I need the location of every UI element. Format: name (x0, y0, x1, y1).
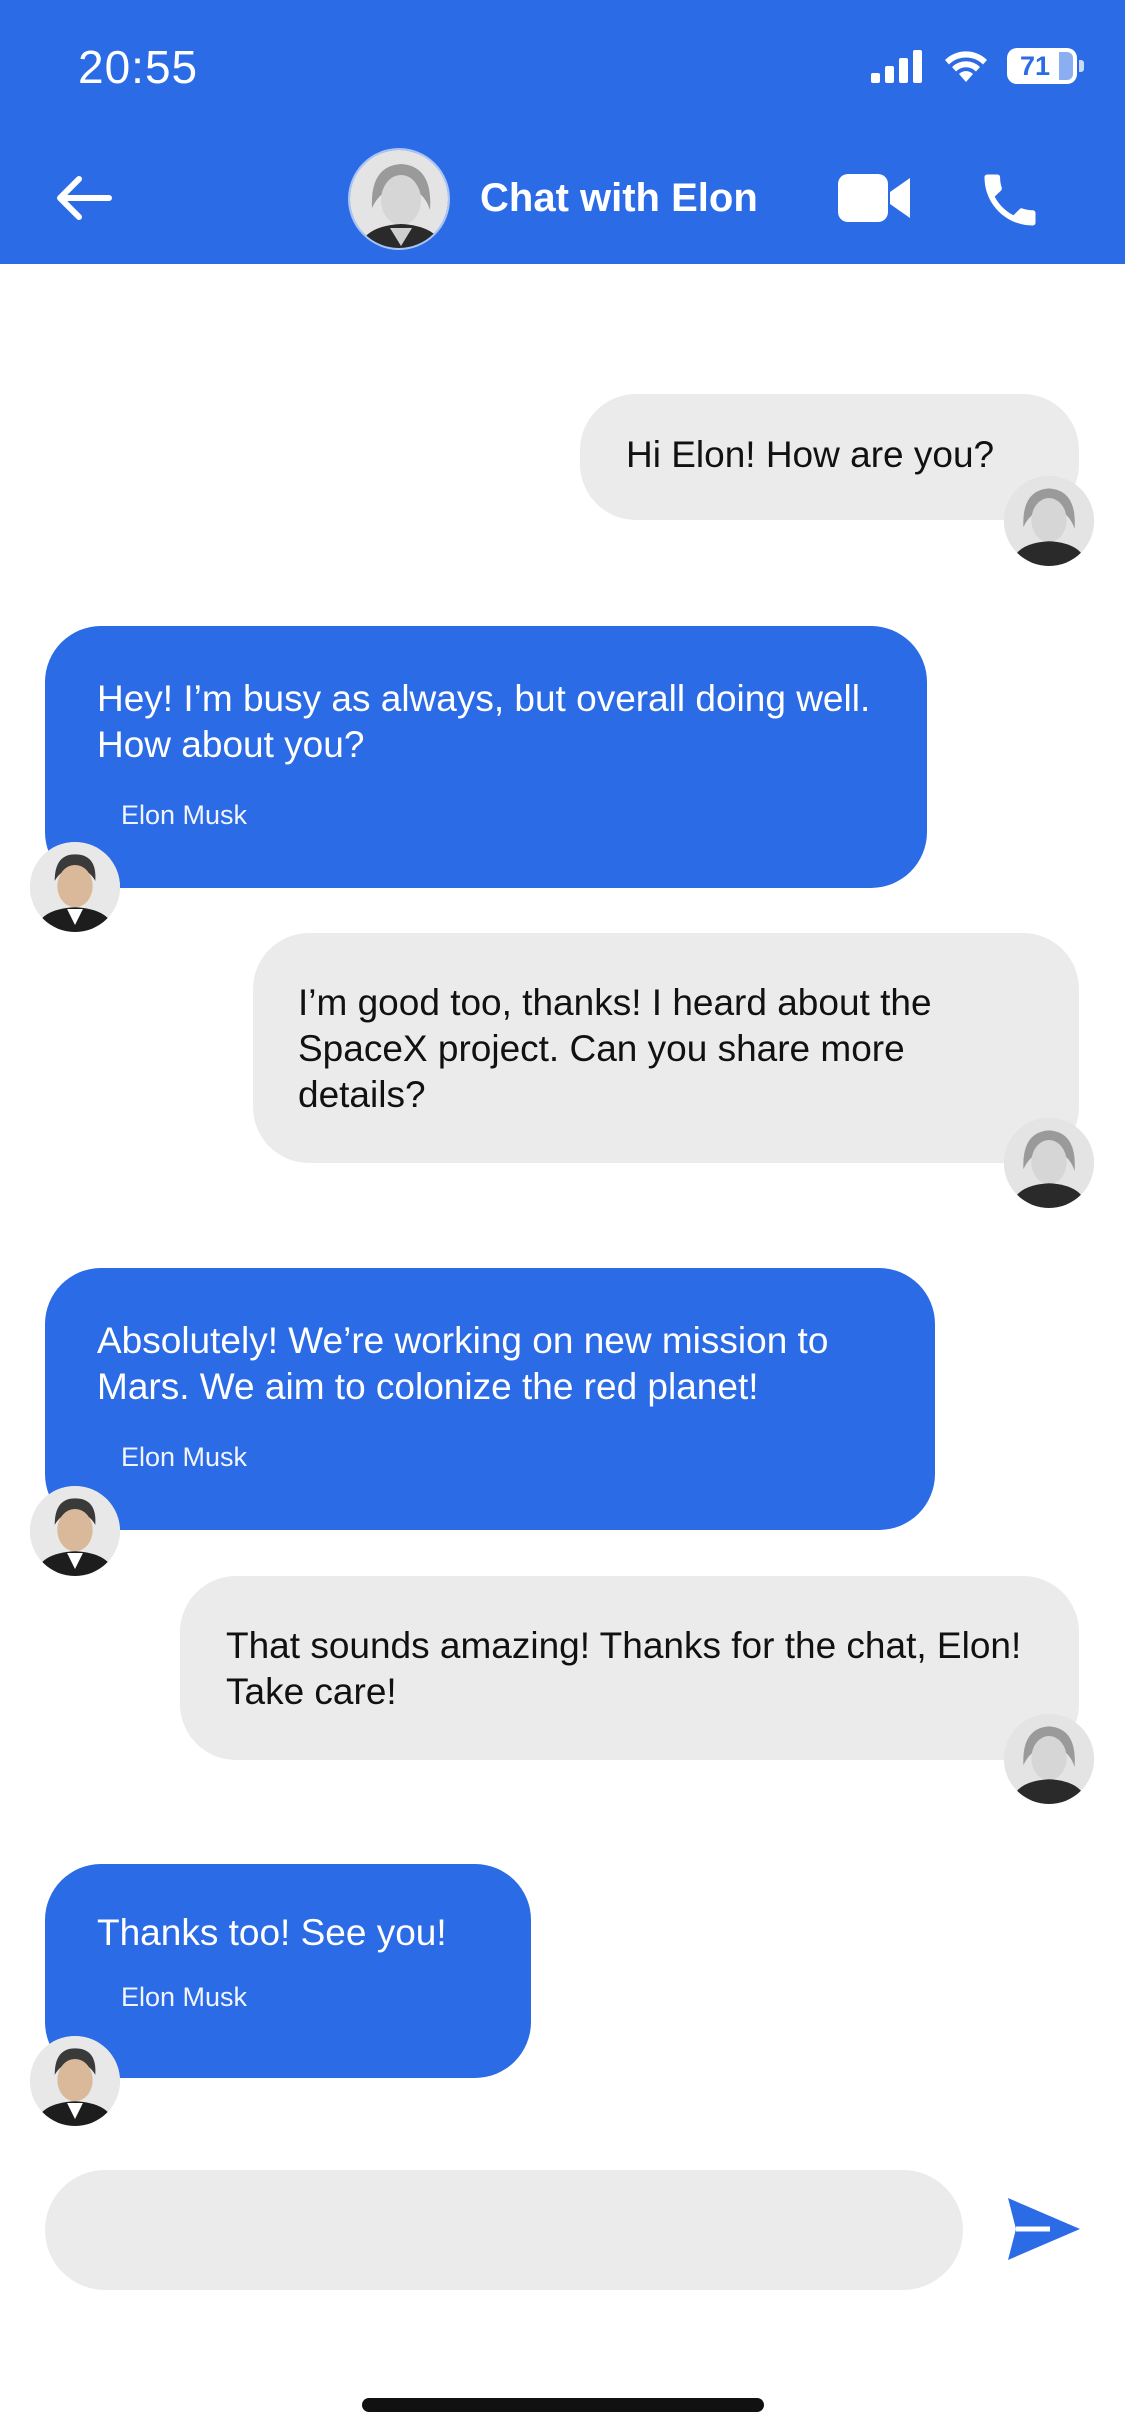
message-text: Hey! I’m busy as always, but overall doi… (97, 678, 871, 765)
message-text: Thanks too! See you! (97, 1912, 447, 1953)
man-avatar-image (30, 842, 120, 932)
user-avatar (1004, 1714, 1094, 1804)
man-avatar-image (30, 1486, 120, 1576)
sender-avatar (30, 842, 120, 932)
message-text: Hi Elon! How are you? (626, 434, 995, 475)
battery-icon: 71 (1007, 48, 1084, 84)
back-button[interactable] (54, 170, 114, 226)
user-avatar (1004, 476, 1094, 566)
video-call-button[interactable] (836, 168, 912, 228)
message-text: I’m good too, thanks! I heard about the … (298, 982, 932, 1115)
sender-avatar (30, 2036, 120, 2126)
video-camera-icon (838, 174, 910, 222)
incoming-message[interactable]: Hey! I’m busy as always, but overall doi… (45, 626, 927, 888)
home-indicator[interactable] (362, 2398, 764, 2412)
sender-avatar (30, 1486, 120, 1576)
signal-icon (871, 50, 922, 83)
voice-call-button[interactable] (976, 166, 1044, 234)
status-icons: 71 (871, 48, 1084, 84)
sender-name: Elon Musk (121, 800, 248, 830)
incoming-message[interactable]: Absolutely! We’re working on new mission… (45, 1268, 935, 1530)
send-icon (1008, 2198, 1080, 2260)
user-avatar (1004, 1118, 1094, 1208)
chat-header: 20:55 71 Chat with Elon (0, 0, 1125, 264)
outgoing-message[interactable]: I’m good too, thanks! I heard about the … (253, 933, 1079, 1163)
battery-level-text: 71 (1019, 51, 1051, 81)
sender-name: Elon Musk (121, 1442, 248, 1472)
message-text: Absolutely! We’re working on new mission… (97, 1320, 829, 1407)
incoming-message[interactable]: Thanks too! See you! Elon Musk (45, 1864, 531, 2078)
chat-title: Chat with Elon (480, 176, 758, 220)
outgoing-message[interactable]: Hi Elon! How are you? (580, 394, 1079, 520)
man-avatar-image (30, 2036, 120, 2126)
woman-avatar-image (1004, 1714, 1094, 1804)
contact-avatar[interactable] (348, 148, 450, 250)
woman-avatar-image (350, 150, 448, 248)
message-input[interactable] (45, 2170, 963, 2290)
status-time: 20:55 (78, 41, 199, 93)
send-button[interactable] (1004, 2194, 1084, 2264)
wifi-icon (945, 51, 987, 82)
sender-name: Elon Musk (121, 1982, 248, 2012)
back-arrow-icon (57, 176, 112, 220)
woman-avatar-image (1004, 1118, 1094, 1208)
phone-icon (984, 174, 1036, 226)
woman-avatar-image (1004, 476, 1094, 566)
outgoing-message[interactable]: That sounds amazing! Thanks for the chat… (180, 1576, 1079, 1760)
message-text: That sounds amazing! Thanks for the chat… (226, 1625, 1022, 1712)
